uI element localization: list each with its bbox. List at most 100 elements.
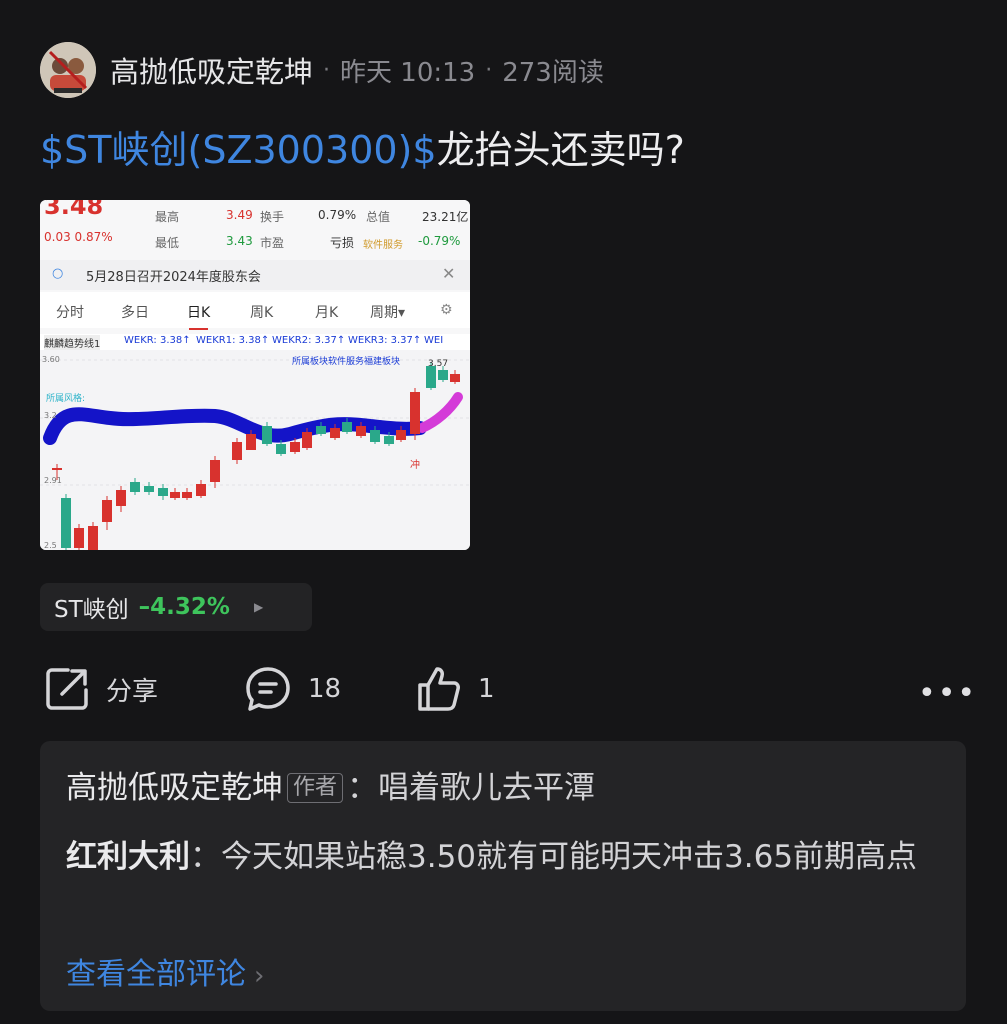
low-value: 3.43	[226, 234, 253, 248]
close-icon[interactable]: ✕	[442, 264, 455, 283]
candle-body	[210, 460, 220, 482]
indicator-select[interactable]: 麒麟趋势线1	[44, 335, 101, 350]
separator-dot: ·	[323, 57, 331, 83]
candle-body	[116, 490, 126, 506]
comment-colon: ：	[190, 839, 221, 875]
quote-change: 0.03 0.87%	[44, 230, 113, 244]
share-icon	[46, 668, 88, 710]
sector-label: 软件服务	[363, 240, 403, 251]
wekr-label: WEKR: 3.38↑	[124, 335, 191, 346]
loss-label: 亏损	[330, 236, 355, 250]
like-icon	[418, 667, 460, 711]
candle-body	[316, 426, 326, 434]
stock-quote-pill[interactable]: ST峡创 –4.32% ▶	[40, 583, 312, 631]
stock-name: ST峡创	[54, 597, 129, 623]
share-button[interactable]: 分享	[44, 664, 158, 714]
pe-label: 市盈	[260, 236, 285, 250]
comment-colon: ：	[347, 770, 379, 806]
title-text: 龙抬头还卖吗?	[436, 128, 685, 172]
high-label: 最高	[155, 210, 180, 224]
candle-body	[410, 392, 420, 434]
tab-monthly-k[interactable]: 月K	[315, 302, 338, 322]
notice-text: 5月28日召开2024年度股东会	[86, 270, 261, 285]
stock-tag-link[interactable]: $ST峡创(SZ300300)$	[40, 128, 437, 172]
tab-multiday[interactable]: 多日	[121, 302, 149, 322]
separator-dot: ·	[485, 57, 493, 83]
post-title: $ST峡创(SZ300300)$龙抬头还卖吗?	[40, 124, 685, 176]
chart-label-peak: 3.57	[428, 359, 448, 369]
tab-period[interactable]: 周期▾	[370, 302, 405, 322]
comment-count: 18	[308, 674, 342, 704]
candle-body	[342, 422, 352, 432]
author-name[interactable]: 高抛低吸定乾坤	[110, 49, 313, 91]
play-arrow-icon: ▶	[253, 600, 264, 614]
view-all-label: 查看全部评论	[66, 957, 246, 992]
share-label: 分享	[106, 676, 159, 707]
candle-body	[74, 528, 84, 548]
author-avatar[interactable]	[40, 42, 96, 98]
mktcap-label: 总值	[366, 210, 391, 224]
candle-body	[450, 374, 460, 382]
candle-body	[302, 432, 312, 448]
turnover-label: 换手	[260, 210, 285, 224]
like-count: 1	[478, 674, 495, 704]
comment-author[interactable]: 红利大利	[66, 839, 190, 875]
notice-bar[interactable]: ○ 5月28日召开2024年度股东会 ✕	[40, 260, 470, 290]
chart-label-mid: 3.2	[44, 411, 57, 420]
candle-body	[102, 500, 112, 522]
read-count: 273阅读	[502, 57, 604, 88]
candle-body	[262, 426, 272, 444]
candle-body	[246, 434, 256, 450]
indicator-bar: 麒麟趋势线1 WEKR: 3.38↑ WEKR1: 3.38↑ WEKR2: 3…	[40, 334, 470, 350]
low-label: 最低	[155, 236, 180, 250]
candle-body	[158, 488, 168, 496]
wekr2-label: WEKR2: 3.37↑	[272, 335, 346, 346]
tab-weekly-k[interactable]: 周K	[250, 302, 273, 322]
settings-icon[interactable]: ⚙	[440, 302, 453, 318]
candle-body	[356, 426, 366, 436]
candle-body	[182, 492, 192, 498]
candle-body	[396, 430, 406, 440]
author-badge: 作者	[287, 773, 344, 803]
candle-body	[52, 468, 62, 470]
chart-label-top: 3.60	[42, 355, 60, 364]
candle-body	[170, 492, 180, 498]
wei-label: WEI	[424, 335, 444, 346]
bulb-icon: ○	[52, 266, 64, 281]
comment-icon	[246, 667, 290, 711]
tab-daily-k[interactable]: 日K	[187, 302, 210, 330]
turnover-value: 0.79%	[318, 208, 357, 222]
candle-body	[370, 430, 380, 442]
tab-intraday[interactable]: 分时	[56, 302, 84, 322]
stock-change: –4.32%	[138, 594, 230, 620]
candle-body	[61, 498, 71, 548]
like-button[interactable]: 1	[414, 664, 495, 714]
comment-item[interactable]: 高抛低吸定乾坤 作者 ：唱着歌儿去平潭	[66, 767, 595, 809]
candle-body	[144, 486, 154, 492]
post-image[interactable]: 3.48 0.03 0.87% 最高 3.49 最低 3.43 换手 0.79%…	[40, 200, 470, 550]
comment-button[interactable]: 18	[244, 664, 341, 714]
chevron-right-icon: ›	[254, 961, 265, 991]
post-time: 昨天 10:13	[340, 57, 476, 88]
quote-price: 3.48	[44, 200, 104, 220]
view-all-comments-link[interactable]: 查看全部评论 ›	[66, 949, 264, 993]
kline-svg: 3.60 所属板块软件服务福建板块 3.57 所属风格: 3.2 2.91 2.…	[40, 350, 470, 550]
chart-label-sector: 所属板块软件服务福建板块	[292, 355, 400, 367]
mktcap-value: 23.21亿	[422, 210, 469, 224]
sector-change: -0.79%	[418, 234, 461, 248]
more-icon[interactable]: •••	[918, 676, 977, 711]
chart-label-chong: 冲	[410, 458, 420, 471]
candle-body	[88, 526, 98, 550]
chart-label-low1: 2.91	[44, 476, 62, 485]
kline-chart[interactable]: 3.60 所属板块软件服务福建板块 3.57 所属风格: 3.2 2.91 2.…	[40, 350, 470, 550]
comment-preview-box: 高抛低吸定乾坤 作者 ：唱着歌儿去平潭 红利大利：今天如果站稳3.50就有可能明天冲…	[40, 741, 966, 1011]
comment-author[interactable]: 高抛低吸定乾坤	[66, 770, 283, 806]
candle-body	[276, 444, 286, 454]
candle-body	[290, 442, 300, 452]
comment-text: 今天如果站稳3.50就有可能明天冲击3.65前期高点	[221, 839, 918, 875]
candle-body	[196, 484, 206, 496]
chart-label-low2: 2.5	[44, 541, 57, 550]
candle-body	[438, 370, 448, 380]
quote-panel: 3.48 0.03 0.87% 最高 3.49 最低 3.43 换手 0.79%…	[40, 200, 470, 258]
comment-item[interactable]: 红利大利：今天如果站稳3.50就有可能明天冲击3.65前期高点	[66, 835, 946, 879]
